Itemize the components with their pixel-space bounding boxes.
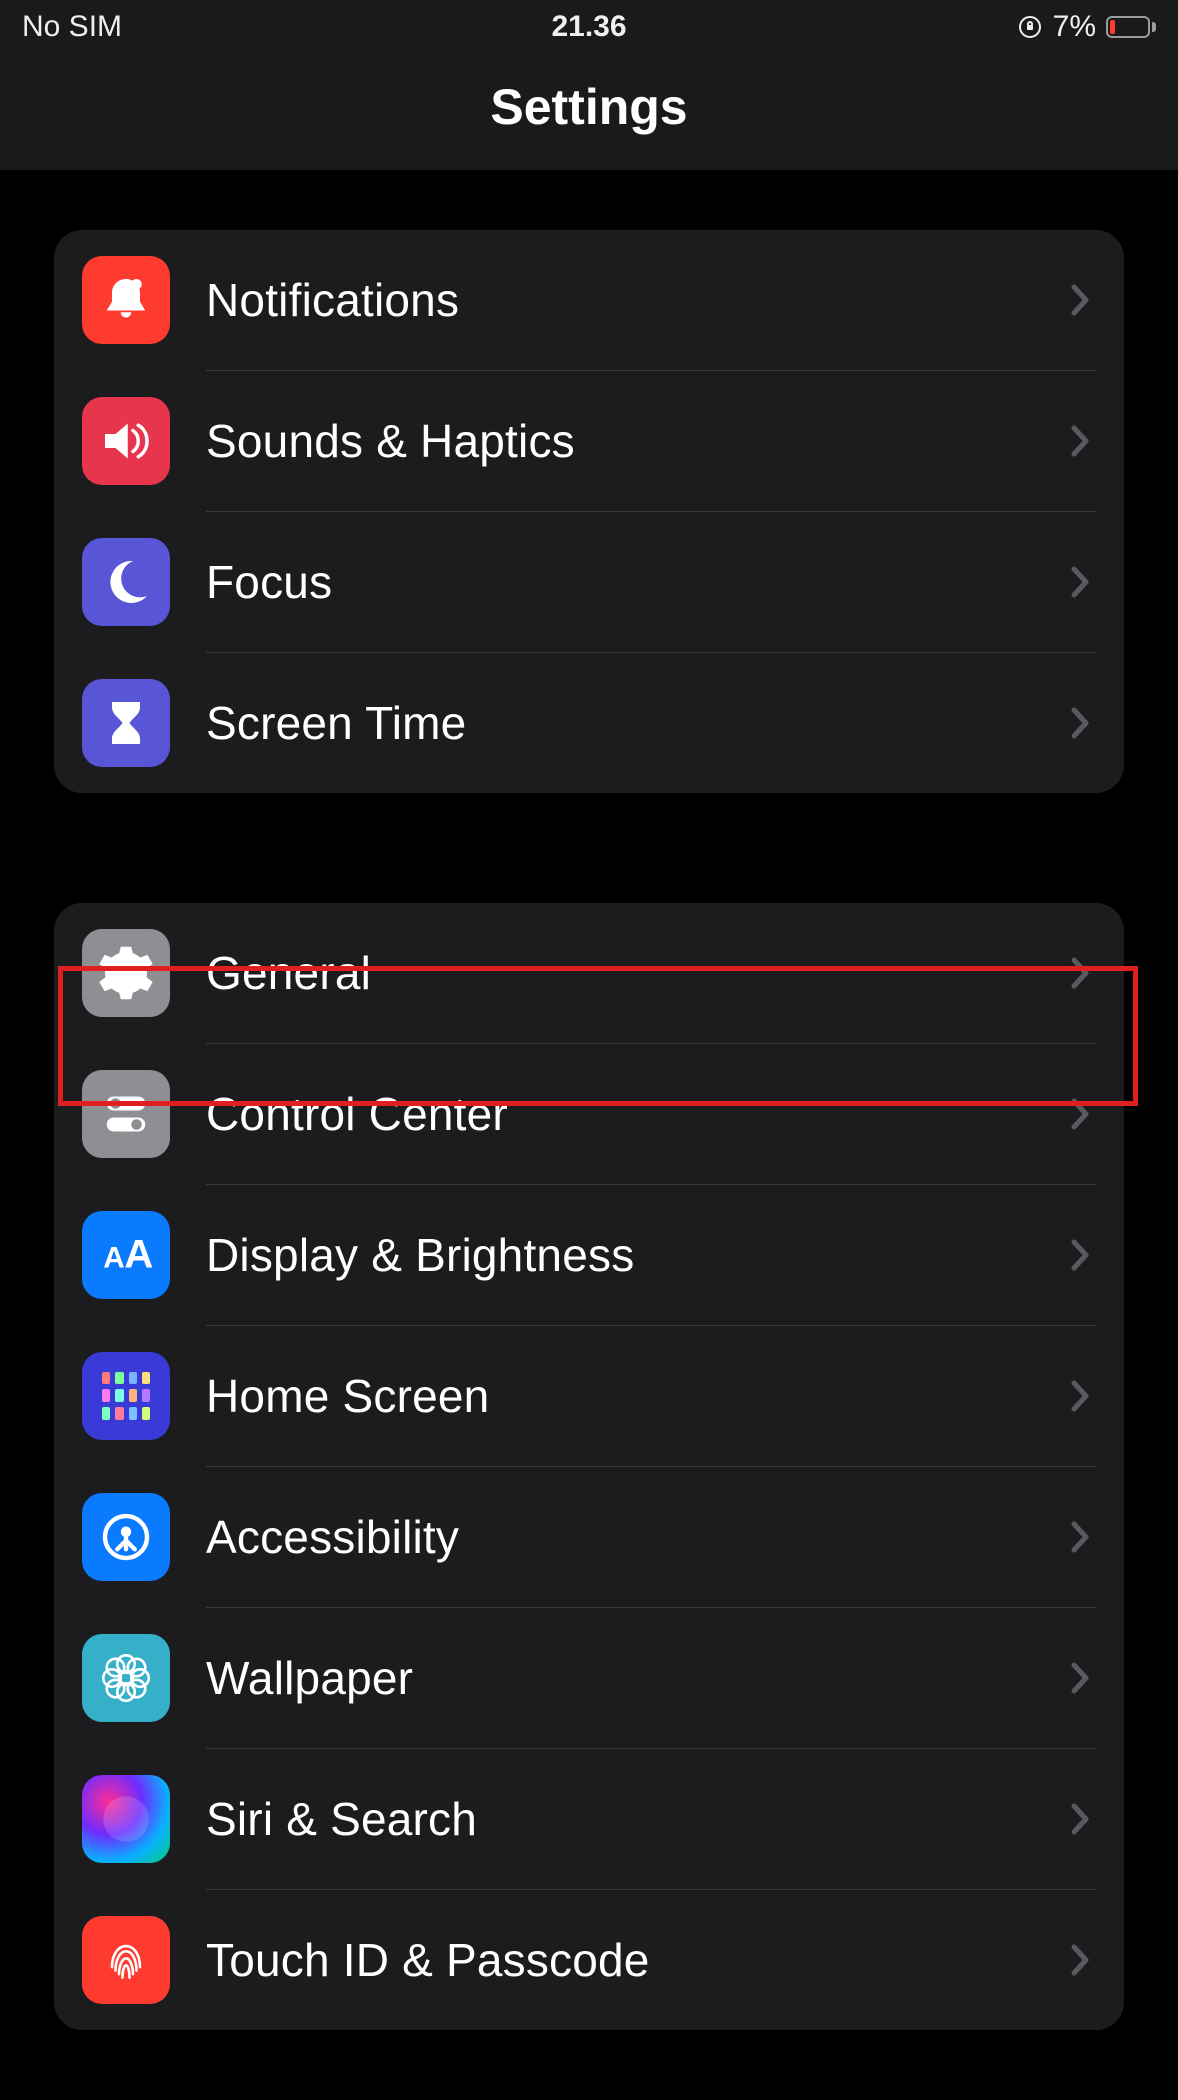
gear-icon [82, 929, 170, 1017]
toggles-icon [82, 1070, 170, 1158]
bell-icon [82, 256, 170, 344]
fingerprint-icon [82, 1916, 170, 2004]
chevron-right-icon [1070, 1238, 1090, 1272]
status-bar: No SIM 21.36 7% [0, 0, 1178, 50]
settings-row-label: Touch ID & Passcode [206, 1933, 1058, 1987]
settings-row-label: Notifications [206, 273, 1058, 327]
status-right: 7% [778, 10, 1156, 44]
chevron-right-icon [1070, 1943, 1090, 1977]
settings-row-touchid[interactable]: Touch ID & Passcode [54, 1889, 1124, 2030]
settings-row-controlcenter[interactable]: Control Center [54, 1043, 1124, 1184]
chevron-right-icon [1070, 1379, 1090, 1413]
chevron-right-icon [1070, 565, 1090, 599]
settings-group: Notifications Sounds & Haptics Focus Screen… [54, 230, 1124, 793]
speaker-icon [82, 397, 170, 485]
chevron-right-icon [1070, 1520, 1090, 1554]
chevron-right-icon [1070, 1097, 1090, 1131]
settings-row-notifications[interactable]: Notifications [54, 230, 1124, 370]
hourglass-icon [82, 679, 170, 767]
chevron-right-icon [1070, 956, 1090, 990]
settings-row-wallpaper[interactable]: Wallpaper [54, 1607, 1124, 1748]
moon-icon [82, 538, 170, 626]
settings-screen: No SIM 21.36 7% Settings Notifications So… [0, 0, 1178, 2100]
page-title: Settings [0, 50, 1178, 170]
settings-row-accessibility[interactable]: Accessibility [54, 1466, 1124, 1607]
chevron-right-icon [1070, 283, 1090, 317]
settings-row-label: Wallpaper [206, 1651, 1058, 1705]
svg-text:A: A [124, 1231, 153, 1276]
grid-icon [82, 1352, 170, 1440]
orientation-lock-icon [1017, 14, 1043, 40]
chevron-right-icon [1070, 1661, 1090, 1695]
status-carrier: No SIM [22, 10, 400, 44]
settings-row-label: Control Center [206, 1087, 1058, 1141]
settings-row-label: Accessibility [206, 1510, 1058, 1564]
chevron-right-icon [1070, 706, 1090, 740]
battery-icon [1106, 16, 1156, 38]
battery-percent-text: 7% [1053, 10, 1096, 44]
svg-text:A: A [103, 1241, 125, 1274]
settings-row-label: Focus [206, 555, 1058, 609]
settings-row-label: Display & Brightness [206, 1228, 1058, 1282]
flower-icon [82, 1634, 170, 1722]
settings-content[interactable]: Notifications Sounds & Haptics Focus Screen… [0, 170, 1178, 2030]
settings-row-label: Siri & Search [206, 1792, 1058, 1846]
settings-row-general[interactable]: General [54, 903, 1124, 1043]
settings-row-screentime[interactable]: Screen Time [54, 652, 1124, 793]
settings-group: General Control Center AA Display & Brightn… [54, 903, 1124, 2030]
aa-icon: AA [82, 1211, 170, 1299]
settings-row-sounds[interactable]: Sounds & Haptics [54, 370, 1124, 511]
chevron-right-icon [1070, 424, 1090, 458]
settings-row-focus[interactable]: Focus [54, 511, 1124, 652]
settings-row-homescreen[interactable]: Home Screen [54, 1325, 1124, 1466]
settings-row-display[interactable]: AA Display & Brightness [54, 1184, 1124, 1325]
chevron-right-icon [1070, 1802, 1090, 1836]
settings-row-label: General [206, 946, 1058, 1000]
settings-row-label: Sounds & Haptics [206, 414, 1058, 468]
person-circle-icon [82, 1493, 170, 1581]
settings-row-label: Home Screen [206, 1369, 1058, 1423]
settings-row-siri[interactable]: Siri & Search [54, 1748, 1124, 1889]
settings-row-label: Screen Time [206, 696, 1058, 750]
status-time: 21.36 [400, 10, 778, 44]
siri-icon [82, 1775, 170, 1863]
